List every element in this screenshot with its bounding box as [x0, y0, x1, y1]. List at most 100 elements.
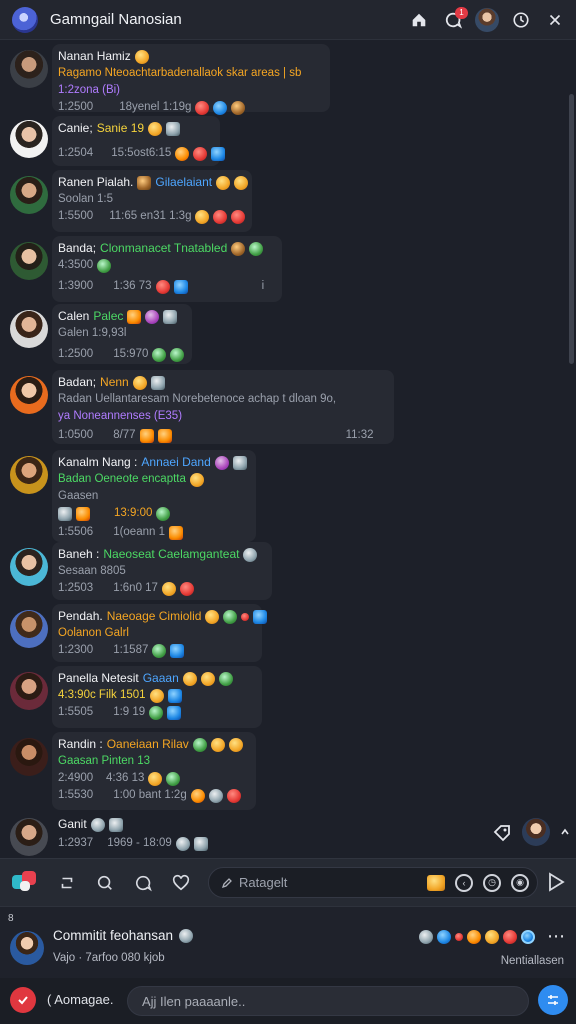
reaction-icon[interactable]	[161, 581, 176, 596]
reaction-icon[interactable]	[419, 929, 433, 944]
reaction-icon[interactable]	[179, 581, 194, 596]
reaction-icon[interactable]	[195, 209, 210, 224]
profile-name[interactable]: Commitit feohansan	[53, 928, 194, 943]
app-switcher-icon[interactable]	[12, 870, 38, 895]
history-icon[interactable]: ◷	[483, 873, 501, 892]
reaction-icon[interactable]	[170, 643, 185, 658]
reaction-icon[interactable]	[437, 929, 451, 944]
reaction-icon[interactable]	[231, 209, 246, 224]
notifications-button[interactable]: 1	[440, 7, 468, 33]
smile-emoji-icon	[134, 49, 149, 64]
list-item[interactable]: Randin : Oaneiaan Rilav Gaasan Pinten 13 …	[0, 732, 576, 812]
reaction-icon	[166, 771, 181, 786]
reaction-icon[interactable]	[213, 209, 228, 224]
list-item[interactable]: Badan; Nenn Radan Uellantaresam Norebeten…	[0, 370, 576, 446]
reaction-icon[interactable]	[152, 347, 167, 362]
sender-tag: Naeoseat Caelamganteat	[103, 547, 240, 561]
list-item[interactable]: Canie; Sanie 19 1:2504 15:5ost6:15	[0, 114, 576, 168]
message-input-box[interactable]	[127, 986, 529, 1016]
list-item[interactable]: Nanan Hamiz Ragamo Nteoachtarbadenallaok…	[0, 44, 576, 115]
timestamp: 1:2504	[58, 147, 94, 159]
home-icon[interactable]	[406, 7, 432, 33]
message-search[interactable]: ‹ ◷ ◉	[208, 867, 538, 898]
list-item[interactable]: Pendah. Naeoage Cimiolid Oolanon Galrl 1:…	[0, 604, 576, 664]
reaction-icon[interactable]	[155, 279, 170, 294]
sender-tag: Sanie 19	[96, 121, 145, 135]
edit-icon	[108, 817, 123, 832]
list-item[interactable]: Banda; Clonmanacet Tnatabled 4:3500 1:390…	[0, 236, 576, 302]
reaction-icon[interactable]	[521, 929, 535, 944]
message-text: 4:3:90c Filk 1501	[58, 689, 146, 701]
reaction-icon[interactable]	[213, 100, 228, 115]
profile-link[interactable]: Nentiallasen	[501, 955, 564, 967]
reaction-icon[interactable]	[485, 929, 499, 944]
close-icon[interactable]	[542, 7, 568, 33]
user-avatar-button[interactable]	[474, 7, 500, 33]
reaction-icon[interactable]	[139, 428, 154, 443]
edit-icon	[150, 375, 165, 390]
reaction-icon[interactable]	[503, 929, 517, 944]
reaction-icon[interactable]	[208, 788, 223, 803]
heart-icon[interactable]	[168, 870, 194, 896]
edit-icon	[166, 121, 181, 136]
chat-icon[interactable]	[130, 870, 156, 896]
back-icon[interactable]: ‹	[455, 873, 473, 892]
search-input[interactable]	[239, 875, 429, 890]
sticker-icon[interactable]	[427, 874, 445, 891]
list-item[interactable]: Baneh : Naeoseat Caelamganteat Sesaan 880…	[0, 542, 576, 600]
reaction-icon[interactable]	[167, 705, 182, 720]
repost-icon[interactable]	[54, 870, 80, 896]
sender-tag: Naeoage Cimiolid	[106, 609, 202, 623]
reaction-icon[interactable]	[168, 525, 183, 540]
notification-badge: 1	[455, 7, 468, 19]
list-item[interactable]: Panella Netesit Gaaan 4:3:90c Filk 1501 1…	[0, 666, 576, 728]
reaction-icon	[253, 609, 268, 624]
record-icon[interactable]: ◉	[511, 873, 529, 892]
timestamp: 1:5505	[58, 706, 94, 718]
reaction-icon[interactable]	[157, 428, 172, 443]
more-options-icon[interactable]: ⋯	[547, 926, 566, 947]
reaction-icon[interactable]	[190, 788, 205, 803]
reaction-icon[interactable]	[195, 100, 210, 115]
avatar[interactable]	[10, 931, 44, 965]
reaction-icon[interactable]	[175, 836, 190, 851]
list-item[interactable]: Calen Palec Galen 1:9,93l 1:2500 15:970	[0, 304, 576, 366]
list-item[interactable]: Ganit 1:2937 1969 - 18:09	[0, 812, 576, 858]
pen-icon	[221, 877, 232, 888]
clock-icon[interactable]	[508, 7, 534, 33]
message-meta: 1:1587	[113, 644, 149, 656]
message-text: Galen 1:9,93l	[58, 327, 127, 339]
message-list[interactable]: Nanan Hamiz Ragamo Nteoachtarbadenallaok…	[0, 40, 576, 858]
reaction-icon[interactable]	[226, 788, 241, 803]
send-button[interactable]	[538, 985, 568, 1015]
reaction-icon[interactable]	[467, 929, 481, 944]
heart-icon	[145, 309, 160, 324]
reaction-icon[interactable]	[173, 279, 188, 294]
app-logo	[12, 6, 38, 33]
reaction-icon[interactable]	[193, 836, 208, 851]
avatar[interactable]	[522, 818, 550, 846]
send-icon[interactable]	[546, 871, 566, 893]
list-item[interactable]: Ranen Pialah. Gilaelaiant Soolan 1:5 1:55…	[0, 170, 576, 232]
like-button[interactable]	[10, 987, 36, 1013]
reaction-icon[interactable]	[231, 100, 246, 115]
reaction-icon[interactable]	[193, 146, 208, 161]
reaction-icon[interactable]	[149, 705, 164, 720]
reaction-icon[interactable]	[152, 643, 167, 658]
reaction-icon[interactable]	[211, 146, 226, 161]
reaction-icon[interactable]	[170, 347, 185, 362]
avatar	[10, 610, 48, 648]
chevron-icon[interactable]	[560, 827, 570, 837]
profile-name-text: Commitit feohansan	[53, 928, 174, 943]
message-text: ya Noneannenses (E35)	[58, 410, 183, 422]
bottom-label[interactable]: ( Aomagae.	[47, 992, 114, 1007]
reaction-icon[interactable]	[175, 146, 190, 161]
list-item[interactable]: Kanalm Nang : Annaei Dand Badan Oeneote e…	[0, 450, 576, 542]
message-meta: 1:9 19	[113, 706, 146, 718]
message-input[interactable]	[142, 993, 502, 1009]
smile-emoji-icon	[148, 121, 163, 136]
avatar	[10, 50, 48, 88]
search-icon[interactable]	[92, 870, 118, 896]
sender-name: Baneh :	[58, 547, 100, 561]
tag-icon[interactable]	[492, 822, 512, 842]
